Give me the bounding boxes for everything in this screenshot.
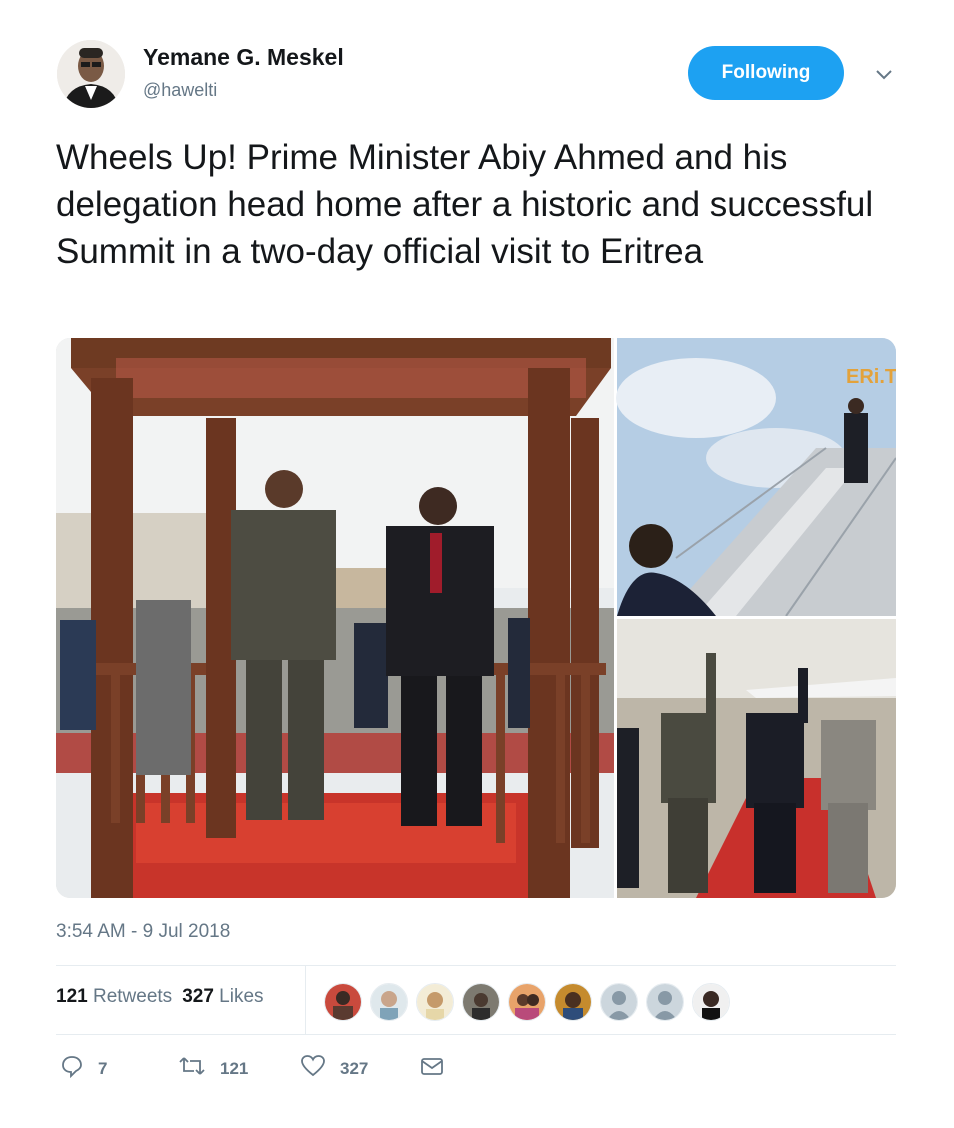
liker-avatar[interactable] [370,983,408,1021]
retweets-label: Retweets [92,986,173,1007]
liker-avatar[interactable] [692,983,730,1021]
reply-icon [60,1054,84,1083]
photo-airplane-stairs[interactable]: ERi.T [616,338,896,617]
photo-ceremony[interactable] [56,338,614,898]
media-grid: ERi.T [56,338,896,898]
liker-avatar[interactable] [508,983,546,1021]
direct-message-button[interactable] [420,1054,444,1083]
reply-count: 7 [98,1058,108,1078]
heart-icon [300,1054,326,1083]
likes-label: Likes [219,986,264,1007]
like-count: 327 [340,1058,369,1078]
tweet-text: Wheels Up! Prime Minister Abiy Ahmed and… [56,138,874,271]
retweet-icon [178,1054,206,1083]
tweet-timestamp[interactable]: 3:54 AM - 9 Jul 2018 [56,921,230,943]
liker-avatar-default[interactable] [600,983,638,1021]
stats-divider [305,966,306,1034]
likes-stat[interactable]: 327 Likes [182,986,263,1008]
liker-avatars [324,983,730,1021]
photo-waving-tarmac[interactable] [617,619,896,898]
liker-avatar[interactable] [416,983,454,1021]
like-button[interactable]: 327 [300,1054,368,1083]
following-button[interactable]: Following [688,46,844,100]
user-handle[interactable]: @hawelti [143,80,217,101]
liker-avatar[interactable] [462,983,500,1021]
eritv-logo: ERi.T [846,366,896,388]
retweet-count: 121 [220,1058,249,1078]
engagement-stats: 121 Retweets 327 Likes [56,986,264,1008]
retweets-stat[interactable]: 121 Retweets [56,986,172,1008]
avatar[interactable] [57,40,125,108]
chevron-down-icon[interactable] [872,62,896,86]
liker-avatar[interactable] [554,983,592,1021]
reply-button[interactable]: 7 [60,1054,107,1083]
liker-avatar-default[interactable] [646,983,684,1021]
display-name[interactable]: Yemane G. Meskel [143,44,344,71]
liker-avatar[interactable] [324,983,362,1021]
envelope-icon [420,1054,444,1083]
retweet-button[interactable]: 121 [178,1054,248,1083]
divider [56,1034,896,1035]
likes-count: 327 [182,986,214,1007]
divider [56,965,896,966]
retweets-count: 121 [56,986,88,1007]
